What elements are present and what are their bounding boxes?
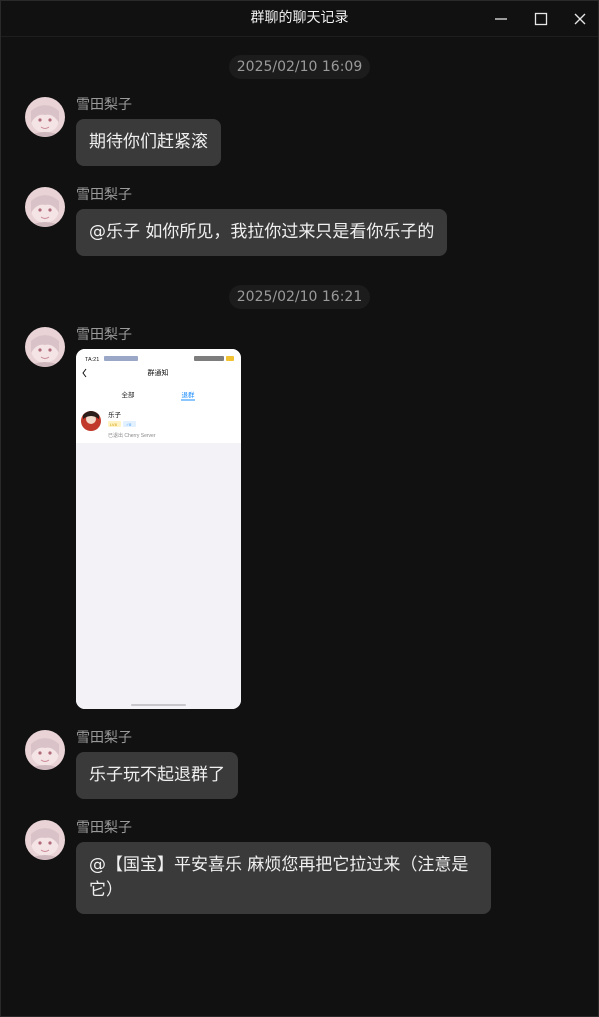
image-message[interactable]: TA:21 群通知 全部 退群 乐子 LV8 ♂0 已退出 Cherry Ser… — [76, 349, 241, 709]
message-bubble[interactable]: 期待你们赶紧滚 — [76, 119, 221, 166]
avatar[interactable] — [25, 820, 65, 860]
screenshot-member-name: 乐子 — [108, 410, 122, 419]
timestamp: 2025/02/10 16:09 — [1, 55, 598, 79]
maximize-button[interactable] — [521, 1, 561, 36]
screenshot-tab-all: 全部 — [122, 390, 136, 399]
message-bubble[interactable]: @乐子 如你所见，我拉你过来只是看你乐子的 — [76, 209, 448, 256]
battery-icon — [226, 356, 234, 361]
minimize-button[interactable] — [481, 1, 521, 36]
sender-name: 雪田梨子 — [76, 730, 132, 746]
sender-name: 雪田梨子 — [76, 327, 132, 343]
message-item: 雪田梨子 乐子玩不起退群了 — [25, 730, 585, 800]
timestamp: 2025/02/10 16:21 — [1, 285, 598, 309]
close-button[interactable] — [560, 1, 599, 36]
avatar[interactable] — [25, 97, 65, 137]
avatar[interactable] — [25, 730, 65, 770]
screenshot-home-indicator — [131, 704, 186, 706]
chat-history-window: 群聊的聊天记录 2025/02/10 16:09 雪田梨子 期待你们赶紧滚 雪田… — [0, 0, 599, 1017]
sender-name: 雪田梨子 — [76, 820, 132, 836]
screenshot-member-tag-1: LV8 — [110, 422, 118, 427]
screenshot-header-title: 群通知 — [148, 368, 169, 377]
timestamp-label: 2025/02/10 16:09 — [228, 55, 371, 79]
close-icon — [574, 13, 586, 24]
message-item: 雪田梨子 TA:21 群通知 全部 退群 乐子 LV8 ♂0 已退出 Cherr… — [25, 327, 585, 712]
avatar-image — [25, 820, 65, 860]
message-item: 雪田梨子 期待你们赶紧滚 — [25, 97, 585, 167]
minimize-icon — [495, 17, 507, 20]
sender-name: 雪田梨子 — [76, 187, 132, 203]
sender-name: 雪田梨子 — [76, 97, 132, 113]
maximize-icon — [534, 12, 548, 25]
screenshot-image: TA:21 群通知 全部 退群 乐子 LV8 ♂0 已退出 Cherry Ser… — [76, 349, 241, 709]
message-bubble[interactable]: @【国宝】平安喜乐 麻烦您再把它拉过来（注意是它） — [76, 842, 491, 914]
timestamp-label: 2025/02/10 16:21 — [228, 285, 371, 309]
avatar-image — [25, 730, 65, 770]
avatar-image — [25, 327, 65, 367]
title-bar[interactable]: 群聊的聊天记录 — [1, 1, 598, 37]
screenshot-status-time: TA:21 — [85, 357, 99, 363]
message-bubble[interactable]: 乐子玩不起退群了 — [76, 752, 238, 799]
screenshot-status-right-icons — [194, 356, 224, 361]
avatar[interactable] — [25, 327, 65, 367]
message-item: 雪田梨子 @【国宝】平安喜乐 麻烦您再把它拉过来（注意是它） — [25, 820, 585, 920]
screenshot-member-status: 已退出 Cherry Server — [108, 432, 156, 439]
message-item: 雪田梨子 @乐子 如你所见，我拉你过来只是看你乐子的 — [25, 187, 585, 257]
screenshot-tab-quit: 退群 — [182, 390, 196, 399]
screenshot-status-icons — [104, 356, 138, 361]
avatar-image — [25, 187, 65, 227]
avatar[interactable] — [25, 187, 65, 227]
avatar-image — [25, 97, 65, 137]
message-list[interactable]: 2025/02/10 16:09 雪田梨子 期待你们赶紧滚 雪田梨子 @乐子 如… — [1, 37, 598, 1016]
screenshot-member-tag-2: ♂0 — [126, 422, 132, 427]
